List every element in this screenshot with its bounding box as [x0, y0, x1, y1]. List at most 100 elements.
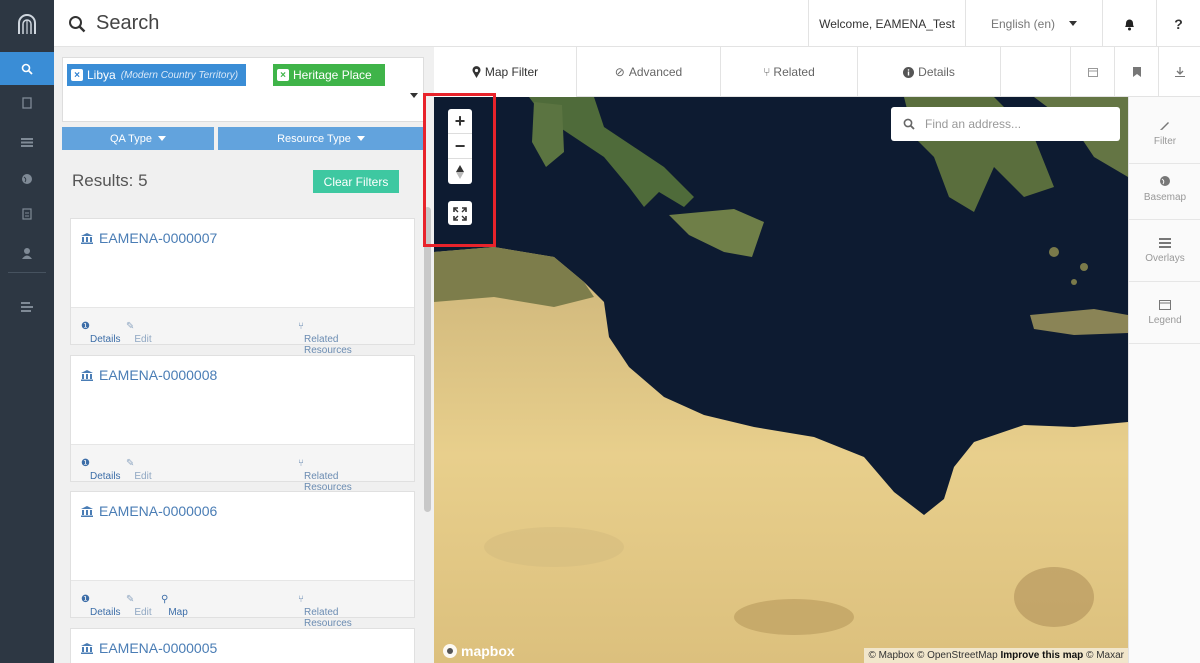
resource-type-dropdown[interactable]: Resource Type: [218, 127, 424, 150]
tab-label: Related: [773, 65, 815, 79]
details-link[interactable]: ❶ Details: [81, 321, 121, 345]
map-tools-panel: Filter Basemap Overlays Legend: [1128, 97, 1200, 663]
search-icon: [69, 15, 86, 32]
institution-icon: [81, 642, 93, 654]
map-link[interactable]: ⚲ Map: [161, 594, 188, 618]
institution-icon: [81, 369, 93, 381]
tab-map-filter[interactable]: Map Filter: [434, 47, 576, 97]
search-title: Search: [96, 12, 160, 34]
tab-label: Details: [918, 65, 955, 79]
language-select[interactable]: English (en): [965, 0, 1102, 47]
result-card: EAMENA-0000007 ❶ Details ✎ Edit ⑂ Relate…: [70, 218, 415, 356]
related-resources-link[interactable]: ⑂ Related Resources: [298, 458, 352, 493]
card-actions: ❶ Details ✎ Edit ⚲ Map ⑂ Related Resourc…: [71, 580, 414, 629]
welcome-user[interactable]: Welcome, EAMENA_Test: [808, 0, 965, 47]
rail-globe-icon[interactable]: [0, 162, 54, 195]
filter-tag-heritage-place[interactable]: × Heritage Place: [273, 64, 385, 86]
list-icon: [1159, 237, 1171, 248]
rail-list-icon[interactable]: [0, 125, 54, 158]
remove-tag-icon[interactable]: ×: [277, 69, 289, 81]
rail-user-icon[interactable]: [0, 236, 54, 269]
rail-document-icon[interactable]: [0, 197, 54, 230]
related-resources-link[interactable]: ⑂ Related Resources: [298, 594, 352, 629]
edit-link[interactable]: ✎ Edit: [126, 458, 152, 482]
result-title-link[interactable]: EAMENA-0000006: [81, 503, 217, 519]
resource-type-label: Resource Type: [277, 132, 351, 145]
info-icon: [903, 66, 915, 78]
bookmark-icon[interactable]: [1114, 47, 1158, 97]
result-card: EAMENA-0000008 ❶ Details ✎ Edit ⑂ Relate…: [70, 355, 415, 493]
search-header[interactable]: Search: [54, 0, 805, 47]
legend-icon: [1159, 299, 1171, 310]
pencil-icon: [1160, 121, 1169, 130]
tab-label: Map Filter: [484, 65, 539, 79]
fork-icon: ⑂: [763, 65, 771, 79]
map-attribution: © Mapbox © OpenStreetMap Improve this ma…: [864, 648, 1128, 663]
results-header: Results: 5 Clear Filters: [54, 157, 434, 204]
rail-reports-icon[interactable]: [0, 290, 54, 323]
notifications-button[interactable]: [1102, 0, 1156, 47]
globe-icon: [1160, 175, 1170, 186]
chevron-down-icon: [158, 136, 166, 141]
highlight-box: [423, 93, 496, 247]
institution-icon: [81, 505, 93, 517]
results-scrollbar[interactable]: [424, 207, 431, 512]
app-logo[interactable]: [0, 0, 54, 47]
filter-tag-box[interactable]: × Libya (Modern Country Territory) × Her…: [62, 57, 424, 122]
filter-tool[interactable]: Filter: [1129, 102, 1200, 164]
tab-advanced[interactable]: ⊘ Advanced: [576, 47, 720, 97]
address-placeholder: Find an address...: [925, 117, 1022, 131]
chevron-down-icon: [1069, 21, 1078, 26]
results-count: Results: 5: [72, 171, 148, 190]
tag-label: Libya: [87, 68, 116, 82]
improve-map-link[interactable]: Improve this map: [1000, 650, 1083, 661]
card-actions: ❶ Details ✎ Edit ⑂ Related Resources: [71, 307, 414, 356]
details-link[interactable]: ❶ Details: [81, 458, 121, 482]
rail-book-icon[interactable]: [0, 86, 54, 119]
download-icon[interactable]: [1158, 47, 1200, 97]
remove-tag-icon[interactable]: ×: [71, 69, 83, 81]
legend-tool[interactable]: Legend: [1129, 282, 1200, 344]
rail-search-icon[interactable]: [0, 52, 54, 85]
result-title-link[interactable]: EAMENA-0000007: [81, 230, 217, 246]
address-search-input[interactable]: Find an address...: [891, 107, 1120, 141]
card-actions: ❶ Details ✎ Edit ⑂ Related Resources: [71, 444, 414, 493]
resource-id: EAMENA-0000006: [99, 503, 218, 519]
result-title-link[interactable]: EAMENA-0000005: [81, 640, 217, 656]
search-filter-panel: × Libya (Modern Country Territory) × Her…: [54, 47, 434, 663]
chevron-down-icon: [356, 136, 365, 141]
details-link[interactable]: ❶ Details: [81, 594, 121, 618]
result-title-link[interactable]: EAMENA-0000008: [81, 367, 217, 383]
map-view[interactable]: + − Find an address... mapbox © Mapbox ©…: [434, 97, 1128, 663]
related-resources-link[interactable]: ⑂ Related Resources: [298, 321, 352, 356]
tab-related[interactable]: ⑂ Related: [720, 47, 857, 97]
basemap-tool[interactable]: Basemap: [1129, 158, 1200, 220]
tab-details[interactable]: Details: [857, 47, 1000, 97]
tag-label: Heritage Place: [293, 68, 372, 82]
filter-tag-libya[interactable]: × Libya (Modern Country Territory): [67, 64, 247, 86]
help-button[interactable]: ?: [1156, 0, 1200, 47]
mapbox-logo[interactable]: mapbox: [442, 643, 515, 659]
top-bar: Search Welcome, EAMENA_Test English (en)…: [54, 0, 1200, 47]
satellite-basemap: [434, 97, 1128, 663]
result-card: EAMENA-0000006 ❶ Details ✎ Edit ⚲ Map ⑂ …: [70, 491, 415, 629]
tag-sublabel: (Modern Country Territory): [120, 69, 239, 81]
qa-type-dropdown[interactable]: QA Type: [62, 127, 214, 150]
search-icon: [903, 118, 915, 130]
edit-link[interactable]: ✎ Edit: [126, 594, 152, 618]
tab-label: Advanced: [628, 65, 683, 79]
chevron-down-icon[interactable]: [410, 93, 418, 98]
map-tab-bar: Map Filter ⊘ Advanced ⑂ Related Details: [434, 47, 1200, 97]
tab-blank[interactable]: [1000, 47, 1070, 97]
overlays-tool[interactable]: Overlays: [1129, 220, 1200, 282]
check-circle-icon: ⊘: [614, 65, 625, 79]
resource-id: EAMENA-0000008: [99, 367, 218, 383]
result-card: EAMENA-0000005: [70, 628, 415, 663]
map-marker-icon: [472, 66, 481, 78]
clear-filters-button[interactable]: Clear Filters: [313, 170, 399, 193]
qa-type-label: QA Type: [110, 132, 152, 145]
edit-link[interactable]: ✎ Edit: [126, 321, 152, 345]
mapbox-logo-icon: [443, 644, 457, 658]
calendar-icon[interactable]: [1070, 47, 1114, 97]
left-nav-rail: [0, 0, 54, 663]
